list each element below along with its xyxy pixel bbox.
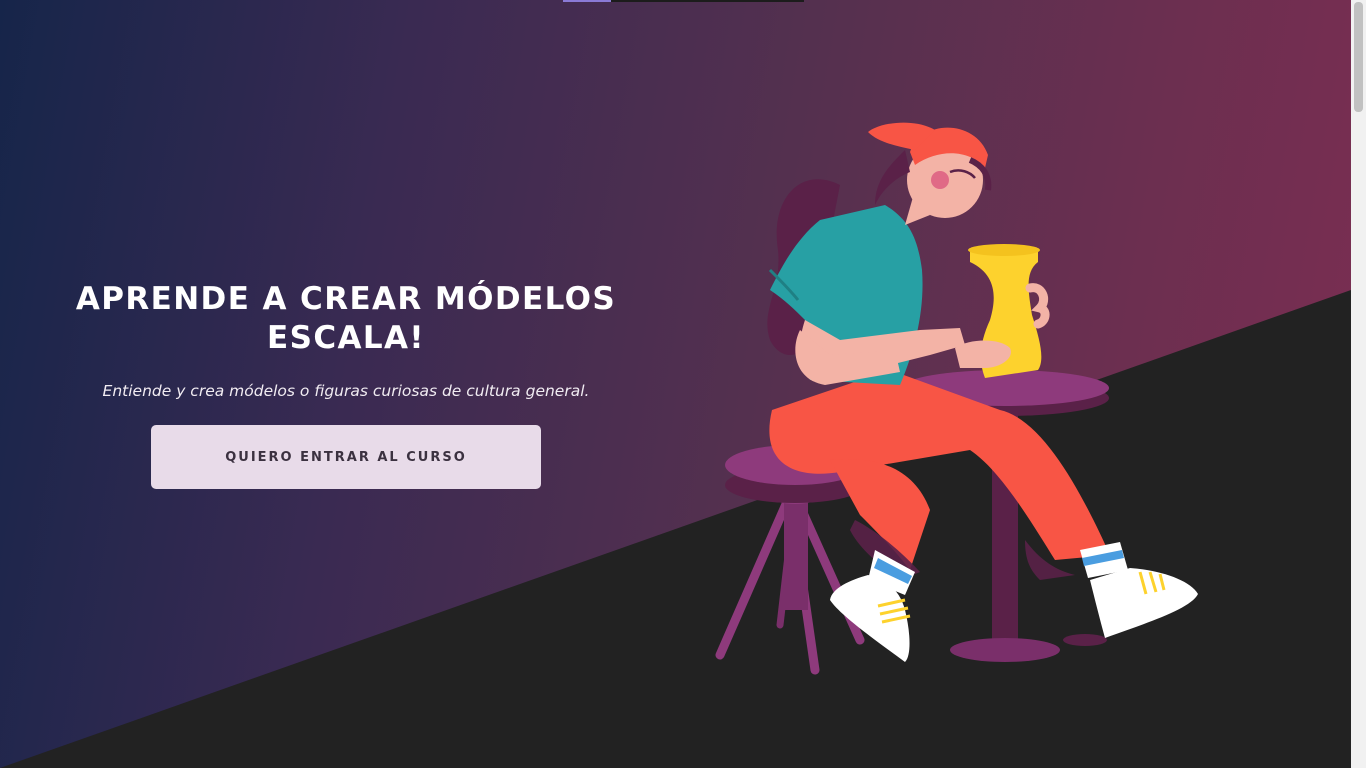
enter-course-button[interactable]: QUIERO ENTRAR AL CURSO (151, 425, 541, 489)
hero-content: APRENDE A CREAR MÓDELOS ESCALA! Entiende… (40, 280, 652, 400)
tab-indicator-active[interactable] (563, 0, 611, 2)
hero-title: APRENDE A CREAR MÓDELOS ESCALA! (75, 281, 617, 356)
pottery-woman-illustration (700, 110, 1220, 690)
pottery-woman-svg (715, 122, 1198, 675)
hero-section: APRENDE A CREAR MÓDELOS ESCALA! Entiende… (0, 0, 1351, 768)
tab-indicator-inactive[interactable] (611, 0, 804, 2)
scrollbar-thumb[interactable] (1354, 2, 1363, 112)
top-tab-indicator (563, 0, 804, 2)
page-scrollbar[interactable] (1351, 0, 1366, 768)
hero-subtitle: Entiende y crea módelos o figuras curios… (102, 382, 590, 400)
